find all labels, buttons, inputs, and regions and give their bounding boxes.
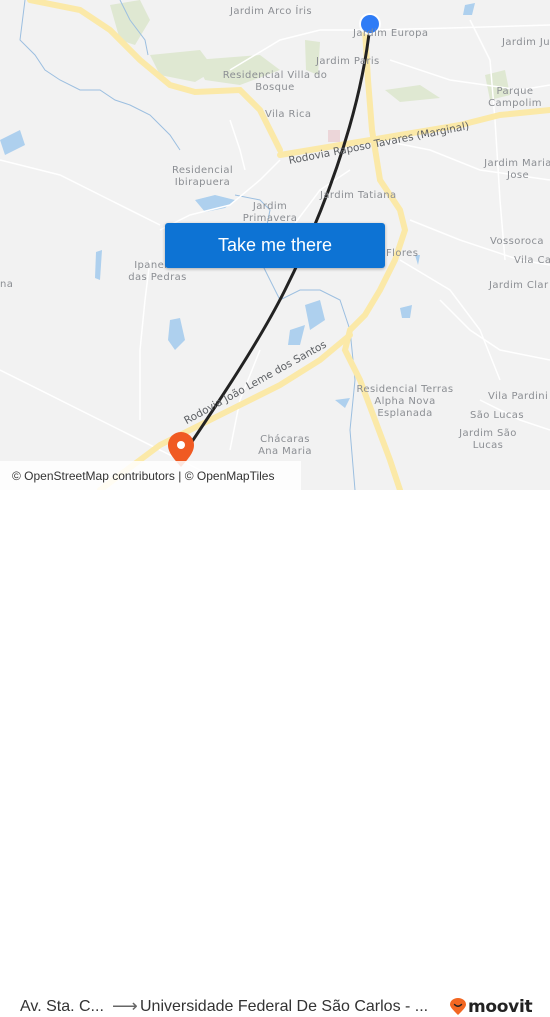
map-label: Flores <box>386 248 419 259</box>
moovit-wordmark: moovit <box>468 997 533 1017</box>
origin-stop-name: Av. Sta. C... <box>20 998 104 1015</box>
destination-name: Universidade Federal De São Carlos - ... <box>140 998 429 1015</box>
map-label: Jardim Tatiana <box>320 190 397 201</box>
map-label: Jardim Ju <box>502 37 550 48</box>
map-label: Jardim Paris <box>316 56 380 67</box>
attribution-separator: | <box>174 468 185 483</box>
map-label: Vila Ca <box>514 255 550 266</box>
moovit-logo[interactable]: moovit <box>450 997 533 1017</box>
map-label: São Lucas <box>470 410 524 421</box>
map-label: Residencial Villa do Bosque <box>222 70 328 93</box>
map-label: Jardim São Lucas <box>459 428 517 451</box>
route-footer: Av. Sta. C... ⟶ Universidade Federal De … <box>0 490 550 1017</box>
osm-attribution-link[interactable]: © OpenStreetMap contributors <box>12 469 175 483</box>
hospital-area <box>328 130 340 142</box>
map-attribution: © OpenStreetMap contributors | © OpenMap… <box>0 461 301 490</box>
map-label: Jardim Arco Íris <box>230 6 313 17</box>
map[interactable]: Jardim Arco Íris Jardim Europa Jardim Ju… <box>0 0 550 490</box>
arrow-right-icon: ⟶ <box>112 996 138 1016</box>
map-label: Vila Rica <box>265 109 312 120</box>
map-label: Vila Pardini <box>488 391 549 402</box>
map-label: Parque Campolim <box>488 86 542 109</box>
map-label: Residencial Ibirapuera <box>171 165 234 188</box>
take-me-there-button[interactable]: Take me there <box>165 223 385 268</box>
map-label: Vossoroca <box>490 236 544 247</box>
map-label: Chácaras Ana Maria <box>258 434 312 457</box>
map-label: Jardim Clar <box>489 280 549 291</box>
map-label: Jardim Primavera <box>242 201 298 224</box>
map-label: Jardim Maria Jose <box>484 158 550 181</box>
map-label: na <box>0 279 14 290</box>
map-label: Jardim Europa <box>353 28 429 39</box>
moovit-pin-icon <box>450 998 466 1015</box>
openmaptiles-attribution-link[interactable]: © OpenMapTiles <box>185 469 275 483</box>
map-label: Residencial Terras Alpha Nova Esplanada <box>356 384 454 419</box>
